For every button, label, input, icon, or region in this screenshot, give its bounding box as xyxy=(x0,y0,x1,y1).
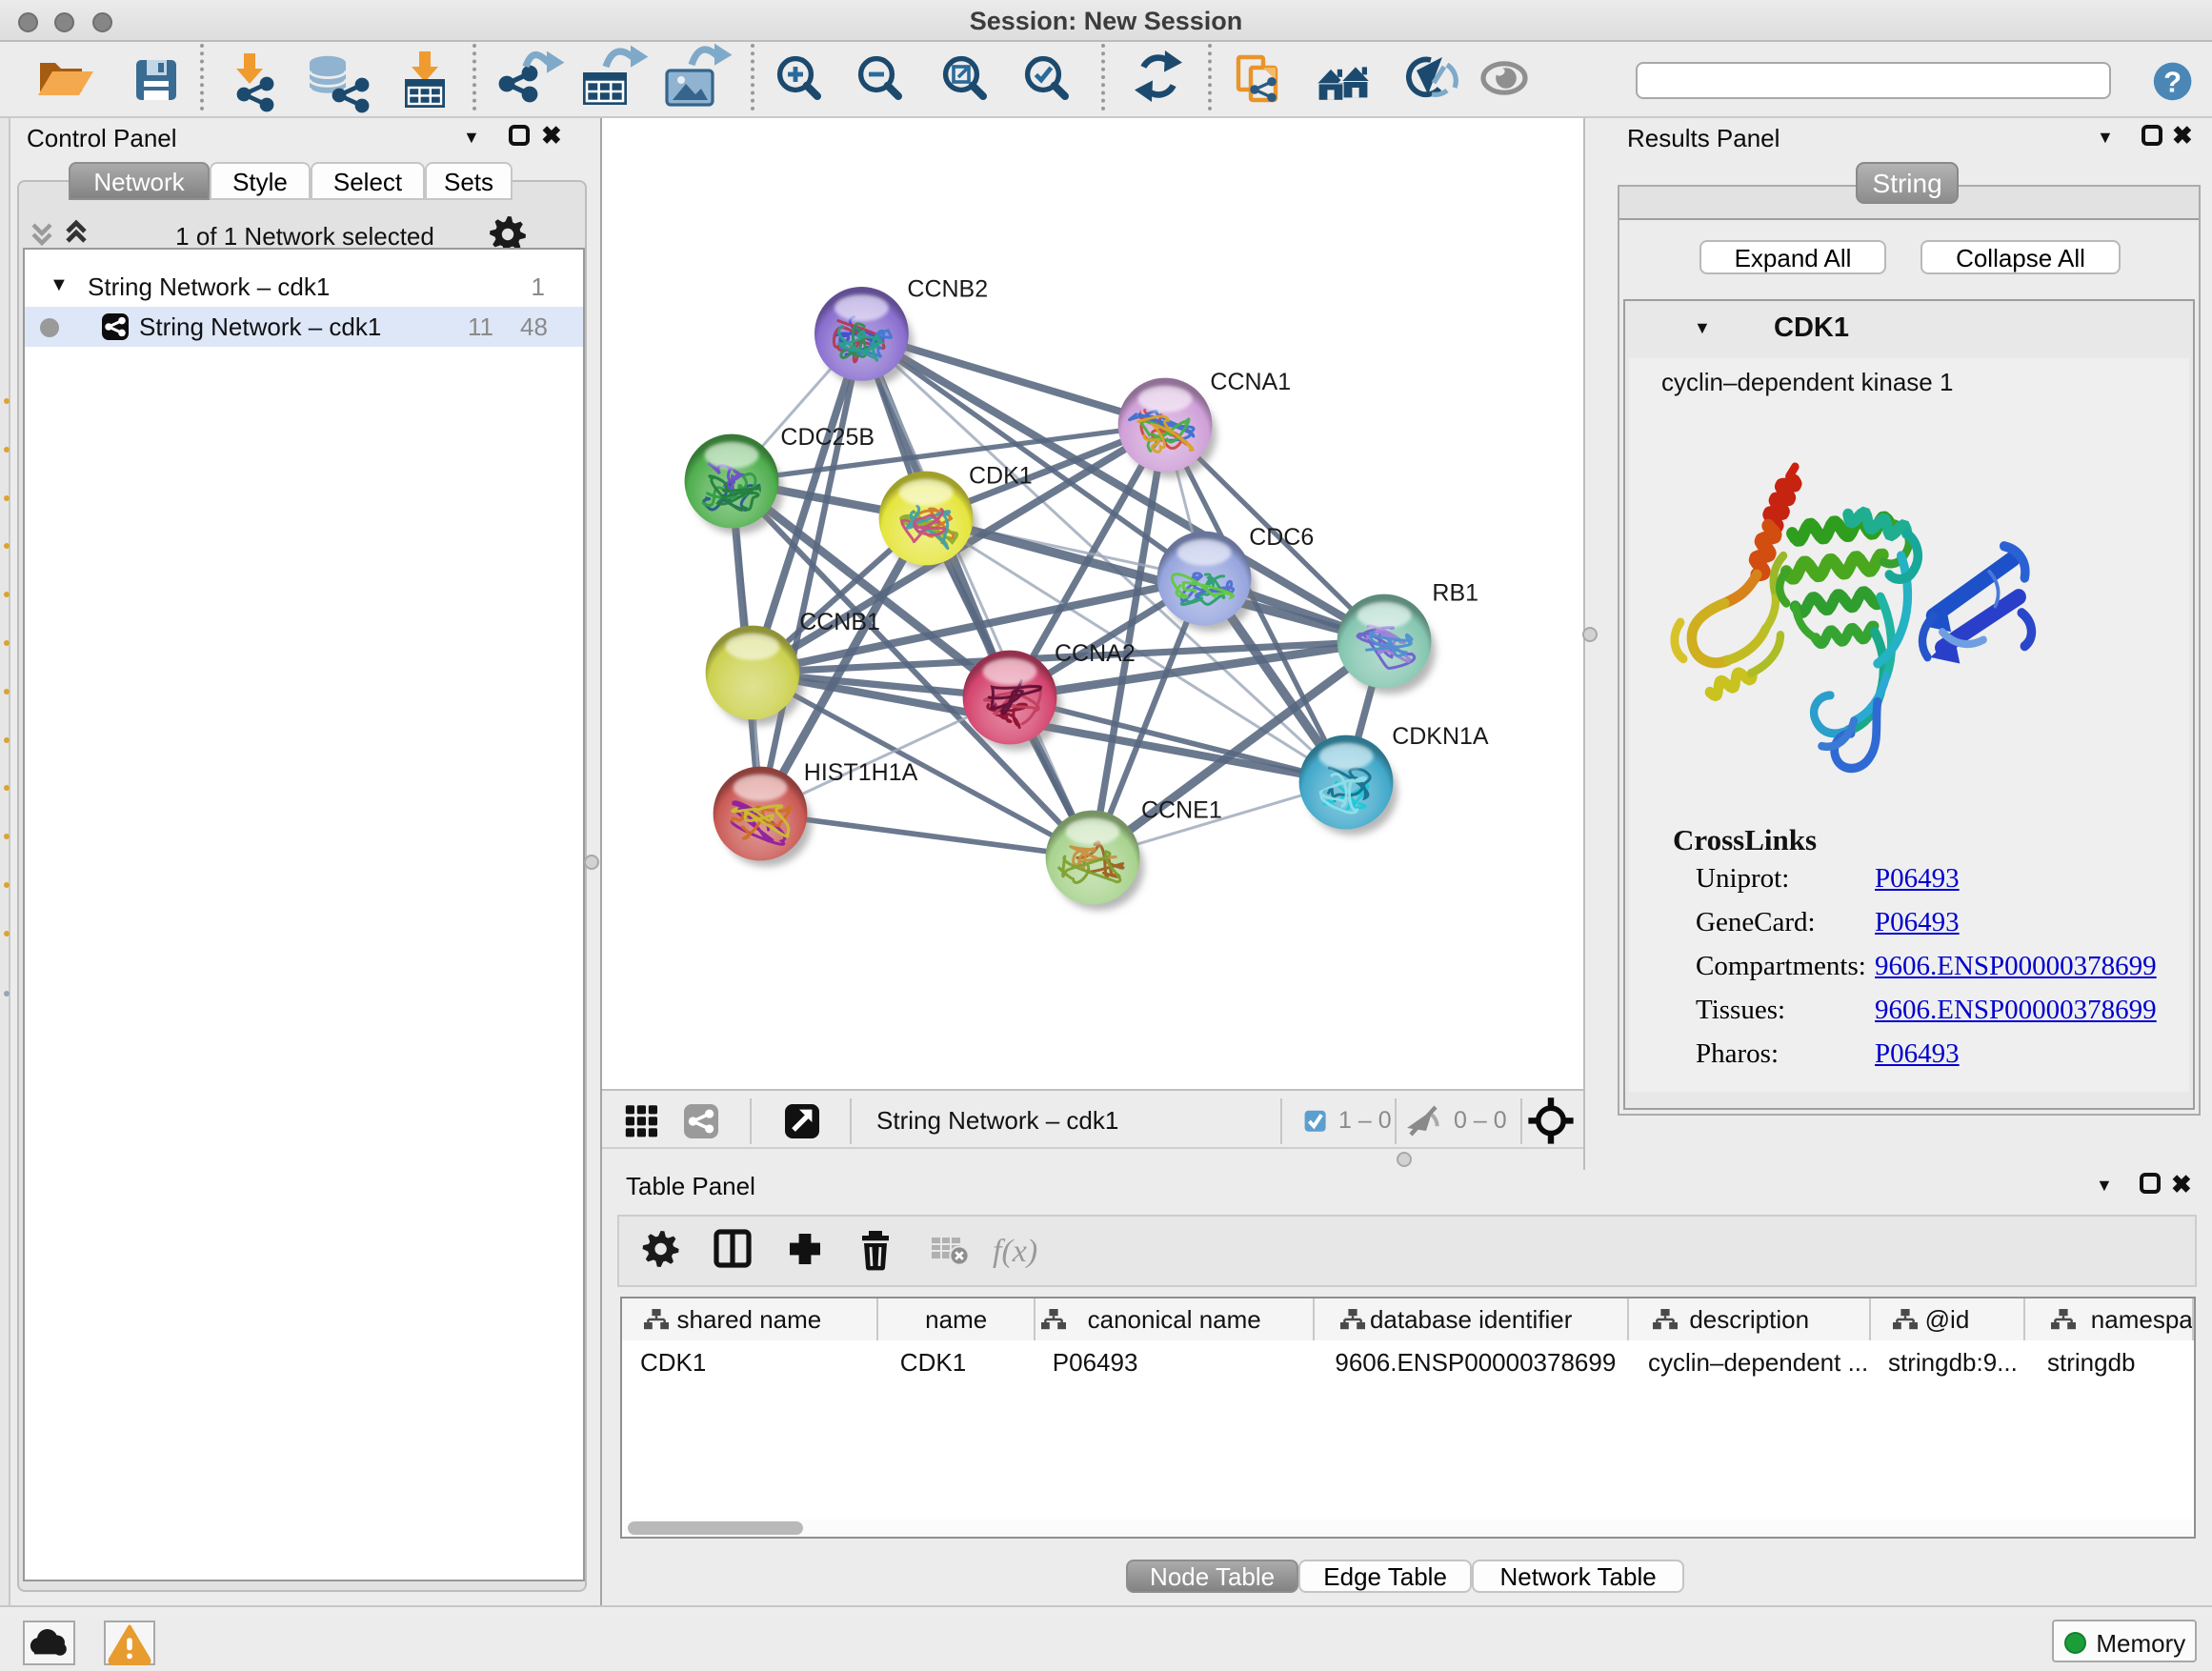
svg-text:CDK1: CDK1 xyxy=(969,462,1033,489)
svg-text:HIST1H1A: HIST1H1A xyxy=(804,759,918,786)
svg-text:CCNA1: CCNA1 xyxy=(1210,369,1291,395)
svg-text:CCNB2: CCNB2 xyxy=(907,275,988,302)
svg-text:CDC6: CDC6 xyxy=(1249,524,1314,551)
svg-text:CCNE1: CCNE1 xyxy=(1141,796,1222,823)
svg-text:CCNB1: CCNB1 xyxy=(799,609,880,635)
svg-text:f(x): f(x) xyxy=(993,1234,1037,1269)
svg-text:CCNA2: CCNA2 xyxy=(1055,640,1136,667)
svg-text:CDKN1A: CDKN1A xyxy=(1392,723,1489,750)
svg-text:CDC25B: CDC25B xyxy=(780,424,875,451)
svg-text:?: ? xyxy=(2163,65,2182,98)
svg-text:RB1: RB1 xyxy=(1432,580,1478,607)
